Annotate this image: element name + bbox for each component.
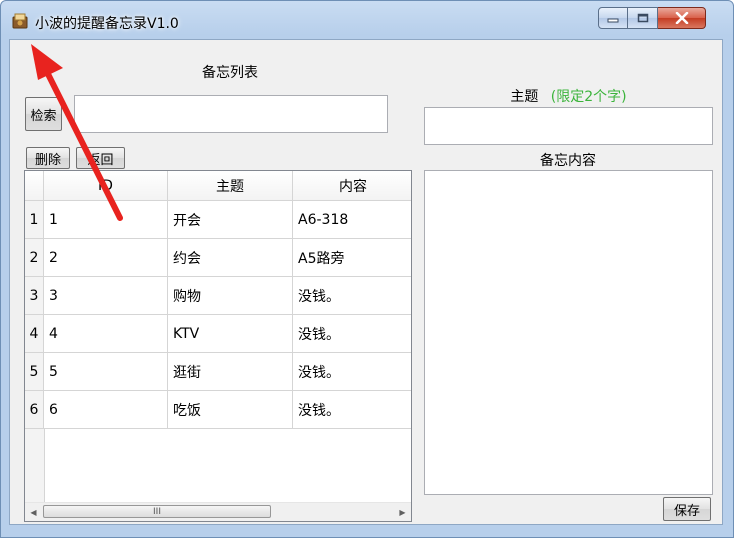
window-title: 小波的提醒备忘录V1.0	[35, 16, 179, 32]
close-button[interactable]	[658, 7, 706, 29]
search-input[interactable]	[74, 95, 388, 133]
memo-content-textarea[interactable]	[424, 170, 713, 495]
back-button[interactable]: 返回	[76, 147, 125, 169]
row-header[interactable]: 1	[25, 201, 44, 239]
row-header-empty-strip	[25, 429, 45, 503]
horizontal-scrollbar[interactable]: ◀ III ▶	[25, 502, 411, 521]
column-header-subject[interactable]: 主题	[168, 171, 293, 201]
table-cell-content[interactable]: 没钱。	[293, 391, 411, 429]
memo-list-grid[interactable]: ID 主题 内容 1 1 开会 A6-318 2 2 约会 A5路旁 3 3 购…	[24, 170, 412, 522]
table-cell-subject[interactable]: KTV	[168, 315, 293, 353]
title-bar[interactable]: 小波的提醒备忘录V1.0	[1, 1, 735, 41]
maximize-button[interactable]	[628, 7, 658, 29]
table-cell-subject[interactable]: 吃饭	[168, 391, 293, 429]
table-cell-content[interactable]: A5路旁	[293, 239, 411, 277]
minimize-icon	[607, 18, 619, 23]
minimize-button[interactable]	[598, 7, 628, 29]
subject-hint: (限定2个字)	[550, 89, 627, 105]
close-icon	[675, 12, 688, 24]
column-header-content[interactable]: 内容	[293, 171, 411, 201]
subject-input[interactable]	[424, 107, 713, 145]
list-title: 备忘列表	[202, 65, 258, 81]
content-label: 备忘内容	[540, 153, 596, 169]
table-cell-subject[interactable]: 逛街	[168, 353, 293, 391]
row-header[interactable]: 4	[25, 315, 44, 353]
scroll-thumb[interactable]: III	[43, 505, 271, 518]
row-header[interactable]: 3	[25, 277, 44, 315]
subject-label: 主题	[510, 89, 539, 105]
row-header[interactable]: 2	[25, 239, 44, 277]
table-cell-content[interactable]: A6-318	[293, 201, 411, 239]
subject-label-row: 主题 (限定2个字)	[424, 86, 713, 106]
column-header-id[interactable]: ID	[44, 171, 168, 201]
grid-corner-header[interactable]	[25, 171, 44, 201]
client-area: 备忘列表 检索 删除 返回 ID 主题 内容 1 1 开会 A6-318 2 2…	[9, 39, 723, 525]
search-button[interactable]: 检索	[25, 97, 62, 131]
table-cell-id[interactable]: 4	[44, 315, 168, 353]
scroll-left-arrow-icon[interactable]: ◀	[25, 503, 42, 521]
grid-body: ID 主题 内容 1 1 开会 A6-318 2 2 约会 A5路旁 3 3 购…	[25, 171, 411, 503]
app-window: 小波的提醒备忘录V1.0 备忘列表 检索 删除 返回 ID 主题 内容 1 1 …	[0, 0, 734, 538]
maximize-icon	[637, 13, 648, 23]
table-cell-content[interactable]: 没钱。	[293, 277, 411, 315]
table-cell-id[interactable]: 6	[44, 391, 168, 429]
table-cell-subject[interactable]: 约会	[168, 239, 293, 277]
row-header[interactable]: 6	[25, 391, 44, 429]
save-button[interactable]: 保存	[663, 497, 711, 521]
row-header[interactable]: 5	[25, 353, 44, 391]
table-cell-id[interactable]: 1	[44, 201, 168, 239]
table-cell-id[interactable]: 2	[44, 239, 168, 277]
table-cell-content[interactable]: 没钱。	[293, 353, 411, 391]
notebook-app-icon[interactable]	[11, 12, 29, 30]
table-cell-content[interactable]: 没钱。	[293, 315, 411, 353]
table-cell-id[interactable]: 5	[44, 353, 168, 391]
table-cell-subject[interactable]: 购物	[168, 277, 293, 315]
scroll-right-arrow-icon[interactable]: ▶	[394, 503, 411, 521]
table-cell-id[interactable]: 3	[44, 277, 168, 315]
table-cell-subject[interactable]: 开会	[168, 201, 293, 239]
delete-button[interactable]: 删除	[26, 147, 70, 169]
